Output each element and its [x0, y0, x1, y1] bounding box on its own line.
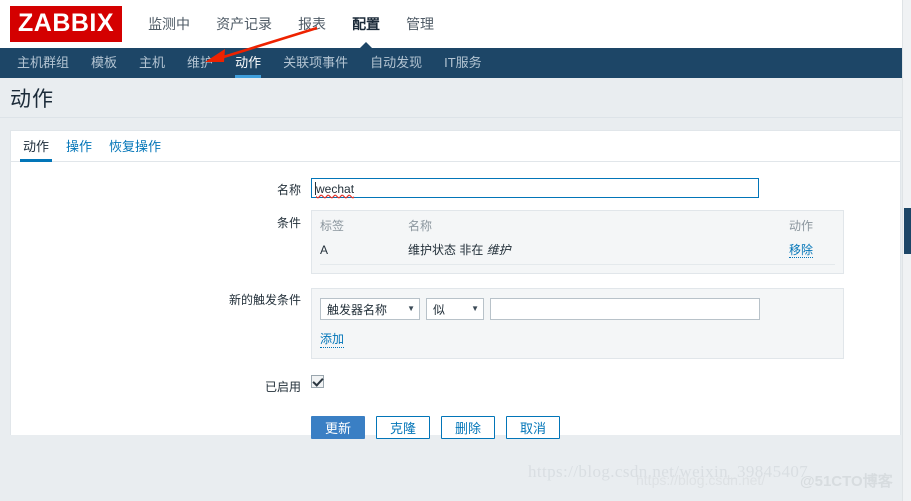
watermark-site: @51CTO博客	[800, 473, 893, 490]
subnav-item-hosts[interactable]: 主机	[139, 48, 165, 78]
new-condition-box: 触发器名称 ▼ 似 ▼ 添加	[311, 288, 844, 359]
main-menu-item-monitoring[interactable]: 监测中	[148, 0, 190, 48]
enabled-control	[311, 375, 900, 395]
subnav-item-discovery[interactable]: 自动发现	[370, 48, 422, 78]
form-row-conditions: 条件 标签 名称 动作 A 维护状态 非在 维护 移除	[11, 210, 900, 274]
sub-navigation-bar: 主机群组 模板 主机 维护 动作 关联项事件 自动发现 IT服务	[0, 48, 911, 78]
subnav-item-actions[interactable]: 动作	[235, 48, 262, 78]
page-spacer	[0, 118, 911, 130]
conditions-table: 标签 名称 动作 A 维护状态 非在 维护 移除	[320, 216, 835, 265]
tab-recovery-operations[interactable]: 恢复操作	[109, 136, 161, 161]
conditions-header-name: 名称	[408, 219, 433, 233]
condition-operator-select[interactable]: 似 ▼	[426, 298, 484, 320]
action-form-panel: 动作 操作 恢复操作 名称 wechat 条件 标签 名称 动作 A 维护状态 …	[10, 130, 901, 439]
name-input[interactable]: wechat	[311, 178, 759, 198]
form-row-name: 名称 wechat	[11, 178, 900, 198]
action-form-body: 名称 wechat 条件 标签 名称 动作 A 维护状态 非在 维护 移除 新的…	[11, 162, 900, 439]
enabled-label: 已启用	[264, 380, 301, 394]
subnav-item-templates[interactable]: 模板	[91, 48, 117, 78]
form-row-new-condition: 新的触发条件 触发器名称 ▼ 似 ▼ 添加	[11, 288, 900, 359]
clone-button[interactable]: 克隆	[376, 416, 430, 439]
form-row-enabled: 已启用	[11, 375, 900, 395]
condition-value-input[interactable]	[490, 298, 760, 320]
condition-name-emphasis: 维护	[486, 243, 511, 257]
name-field-control: wechat	[311, 178, 900, 198]
condition-action-cell: 移除	[789, 239, 835, 265]
add-condition-link[interactable]: 添加	[320, 330, 345, 348]
page-title: 动作	[10, 87, 54, 111]
conditions-control: 标签 名称 动作 A 维护状态 非在 维护 移除	[311, 210, 900, 274]
subnav-item-correlation[interactable]: 关联项事件	[283, 48, 348, 78]
buttons-control: 更新 克隆 删除 取消	[311, 395, 900, 439]
vertical-scrollbar[interactable]	[902, 0, 911, 501]
remove-condition-link[interactable]: 移除	[789, 243, 814, 258]
conditions-header-row: 标签 名称 动作	[320, 216, 835, 239]
scrollbar-thumb[interactable]	[904, 208, 911, 254]
update-button[interactable]: 更新	[311, 416, 365, 439]
new-condition-control: 触发器名称 ▼ 似 ▼ 添加	[311, 288, 900, 359]
delete-button[interactable]: 删除	[441, 416, 495, 439]
zabbix-logo[interactable]: ZABBIX	[10, 6, 123, 42]
condition-name-cell: 维护状态 非在 维护	[408, 239, 789, 265]
chevron-down-icon: ▼	[407, 304, 415, 313]
form-button-row: 更新 克隆 删除 取消	[311, 416, 888, 439]
tab-operations[interactable]: 操作	[66, 136, 92, 161]
name-input-value: wechat	[316, 182, 355, 196]
top-header-bar: ZABBIX 监测中 资产记录 报表 配置 管理	[0, 0, 911, 49]
conditions-header-label: 标签	[320, 219, 345, 233]
new-condition-label: 新的触发条件	[228, 293, 301, 307]
condition-label-a: A	[320, 239, 408, 265]
form-row-buttons: 更新 克隆 删除 取消	[11, 395, 900, 439]
watermark-url-small: https://blog.csdn.net/	[636, 472, 766, 488]
name-field-label: 名称	[276, 183, 301, 197]
tab-action[interactable]: 动作	[19, 136, 53, 162]
cancel-button[interactable]: 取消	[506, 416, 560, 439]
subnav-item-it-services[interactable]: IT服务	[444, 48, 482, 78]
condition-name-text: 维护状态 非在	[408, 243, 487, 257]
conditions-box: 标签 名称 动作 A 维护状态 非在 维护 移除	[311, 210, 844, 274]
main-menu-item-configuration[interactable]: 配置	[352, 0, 380, 49]
subnav-item-maintenance[interactable]: 维护	[187, 48, 213, 78]
condition-type-select-value: 触发器名称	[327, 302, 388, 317]
condition-type-select[interactable]: 触发器名称 ▼	[320, 298, 420, 320]
chevron-down-icon: ▼	[471, 304, 479, 313]
table-row: A 维护状态 非在 维护 移除	[320, 239, 835, 265]
new-condition-selectors: 触发器名称 ▼ 似 ▼	[320, 298, 835, 320]
main-menu-item-reports[interactable]: 报表	[298, 0, 326, 48]
page-header: 动作	[0, 78, 911, 118]
condition-operator-select-value: 似	[433, 302, 446, 317]
conditions-label: 条件	[276, 216, 301, 230]
main-menu-item-inventory[interactable]: 资产记录	[216, 0, 272, 48]
enabled-checkbox[interactable]	[311, 375, 324, 388]
main-menu: 监测中 资产记录 报表 配置 管理	[148, 0, 460, 49]
conditions-header-action: 动作	[789, 219, 814, 233]
main-menu-item-administration[interactable]: 管理	[406, 0, 434, 48]
form-tab-bar: 动作 操作 恢复操作	[11, 131, 900, 162]
subnav-item-host-groups[interactable]: 主机群组	[17, 48, 69, 78]
buttons-spacer	[11, 395, 311, 439]
